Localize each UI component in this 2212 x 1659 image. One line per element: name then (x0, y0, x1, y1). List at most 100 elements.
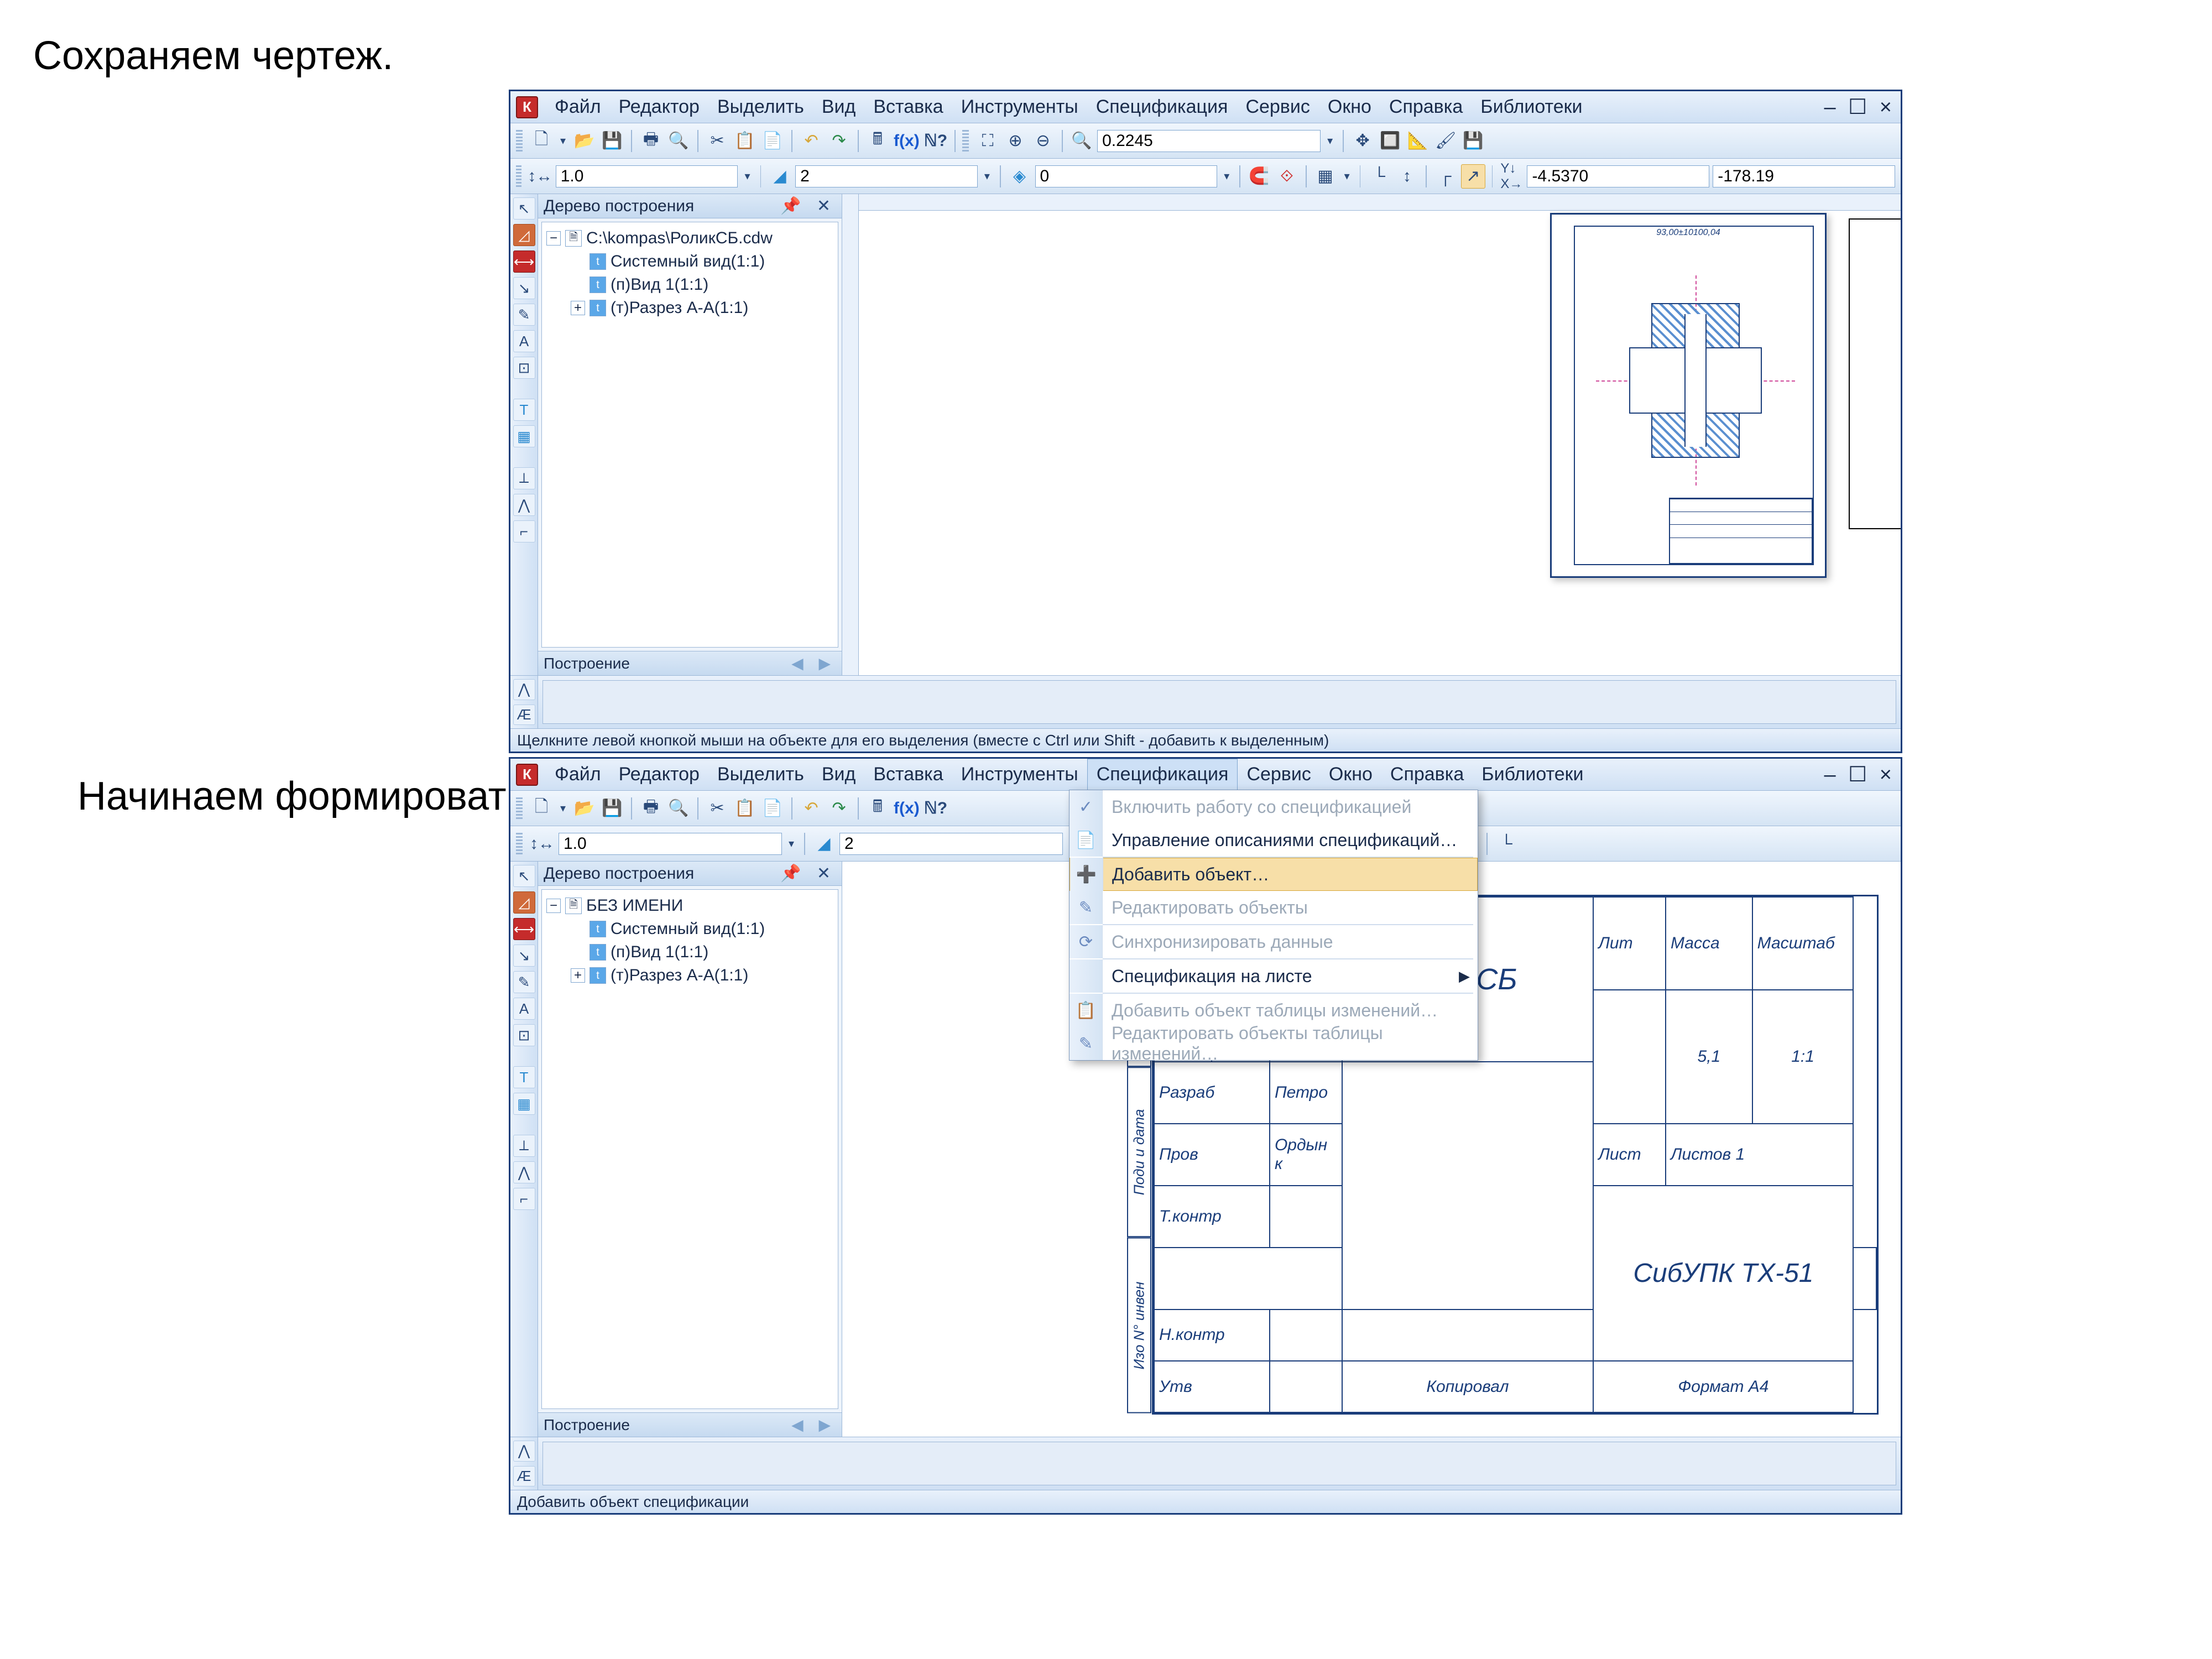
spec-menu-item-3[interactable]: ➕Добавить объект… (1070, 858, 1478, 891)
hatch-input-2[interactable] (839, 833, 1063, 855)
grid-icon[interactable]: ▦ (1313, 164, 1338, 189)
menu-view[interactable]: Вид (813, 92, 865, 122)
menu-help-2[interactable]: Справка (1381, 759, 1473, 790)
window-controls-2[interactable]: – ☐ × (1824, 762, 1895, 787)
menu-spec[interactable]: Спецификация (1087, 92, 1237, 122)
cursor-icon[interactable]: ↖ (513, 865, 535, 887)
print-icon[interactable]: 🖶 (639, 129, 663, 153)
menu-help[interactable]: Справка (1380, 92, 1472, 122)
cut-icon[interactable]: ✂ (705, 129, 729, 153)
save2-icon[interactable]: 💾 (1461, 129, 1485, 153)
menu-service-2[interactable]: Сервис (1238, 759, 1319, 790)
symbol-icon[interactable]: ↘ (513, 277, 535, 299)
zoom-out-icon[interactable]: ⊖ (1031, 129, 1055, 153)
text-icon[interactable]: A (513, 330, 535, 352)
save-icon[interactable]: 💾 (600, 796, 624, 821)
prop-e-icon[interactable]: Æ (513, 705, 535, 726)
local-cs2-icon[interactable]: ↗ (1461, 164, 1485, 189)
menu-insert-2[interactable]: Вставка (864, 759, 952, 790)
undo-icon[interactable]: ↶ (799, 129, 823, 153)
symbol-icon[interactable]: ↘ (513, 945, 535, 967)
ortho-icon[interactable]: └ (1494, 832, 1519, 856)
menu-libs-2[interactable]: Библиотеки (1473, 759, 1592, 790)
base-icon[interactable]: ⌐ (513, 520, 535, 542)
scale-input[interactable] (556, 165, 738, 187)
pan-icon[interactable]: ✥ (1350, 129, 1375, 153)
menu-file[interactable]: Файл (546, 92, 610, 122)
open-icon[interactable]: 📂 (572, 129, 597, 153)
roughness-icon[interactable]: ⋀ (513, 1161, 535, 1183)
param-icon[interactable]: ⊡ (513, 1024, 535, 1046)
menu-tools[interactable]: Инструменты (952, 92, 1087, 122)
edit-icon[interactable]: ✎ (513, 304, 535, 326)
refresh-icon[interactable]: 🔲 (1378, 129, 1402, 153)
redo-icon[interactable]: ↷ (827, 129, 851, 153)
save-icon[interactable]: 💾 (600, 129, 624, 153)
geometry-icon[interactable]: ◿ (513, 891, 535, 914)
scale-icon[interactable]: ↕↔ (529, 832, 555, 856)
new-icon[interactable]: 🗋 (529, 796, 554, 821)
coord-y-input[interactable] (1713, 165, 1895, 187)
hatch-input[interactable] (795, 165, 978, 187)
scale-input-2[interactable] (559, 833, 782, 855)
menu-window-2[interactable]: Окно (1320, 759, 1381, 790)
cursor-icon[interactable]: ↖ (513, 197, 535, 220)
measure-icon[interactable]: ⟂ (513, 1135, 535, 1157)
zoom-in-icon[interactable]: ⊕ (1003, 129, 1027, 153)
menu-editor-2[interactable]: Редактор (610, 759, 708, 790)
paste-icon[interactable]: 📄 (760, 796, 785, 821)
snap2-icon[interactable]: ⟐ (1275, 164, 1299, 189)
measure-icon[interactable]: ⟂ (513, 467, 535, 489)
coord-x-input[interactable] (1527, 165, 1709, 187)
zoom-value-input[interactable] (1097, 130, 1321, 152)
geometry-icon[interactable]: ◿ (513, 224, 535, 246)
fx-icon[interactable]: f(x) (893, 129, 920, 153)
dimension-icon[interactable]: ⟷ (513, 251, 535, 273)
tree-pin-close[interactable]: 📌 ✕ (780, 196, 836, 216)
fx-icon[interactable]: f(x) (893, 796, 920, 821)
menu-libs[interactable]: Библиотеки (1472, 92, 1591, 122)
paste-icon[interactable]: 📄 (760, 129, 785, 153)
snap-icon[interactable]: 🧲 (1247, 164, 1271, 189)
open-icon[interactable]: 📂 (572, 796, 597, 821)
hatch-icon[interactable]: ◢ (768, 164, 792, 189)
tree-item-section[interactable]: +t(т)Разрез А-А(1:1) (571, 296, 833, 320)
copy-icon[interactable]: 📋 (733, 129, 757, 153)
tree-pin-close-2[interactable]: 📌 ✕ (780, 864, 836, 883)
table-icon[interactable]: ▦ (513, 425, 535, 447)
preview-icon[interactable]: 🔍 (666, 796, 691, 821)
drawing-canvas[interactable]: 93,00±10100,04 (842, 194, 1901, 675)
tree-item-view1-2[interactable]: t(п)Вид 1(1:1) (571, 941, 833, 964)
zoom-scale-icon[interactable]: 🔍 (1070, 129, 1094, 153)
help-icon[interactable]: ℕ? (924, 129, 948, 153)
menu-service[interactable]: Сервис (1237, 92, 1318, 122)
tree-nav[interactable]: ◀ ▶ (791, 654, 836, 672)
menu-view-2[interactable]: Вид (813, 759, 865, 790)
calc-icon[interactable]: 🖩 (865, 796, 890, 821)
layer2-icon[interactable]: ◈ (1008, 164, 1032, 189)
hatch-icon[interactable]: ◢ (812, 832, 836, 856)
menu-select[interactable]: Выделить (708, 92, 813, 122)
menu-window[interactable]: Окно (1319, 92, 1380, 122)
menu-select-2[interactable]: Выделить (708, 759, 813, 790)
ortho-icon[interactable]: └ (1367, 164, 1391, 189)
copy-icon[interactable]: 📋 (733, 796, 757, 821)
calc-icon[interactable]: 🖩 (865, 129, 890, 153)
tree-body[interactable]: −🗎C:\kompas\РоликСБ.cdw tСистемный вид(1… (541, 222, 838, 648)
redo-icon[interactable]: ↷ (827, 796, 851, 821)
prop-a-icon[interactable]: ⋀ (513, 679, 535, 700)
prop-a-icon[interactable]: ⋀ (513, 1441, 535, 1462)
layers-icon[interactable]: 📐 (1406, 129, 1430, 153)
zoom-fit-icon[interactable]: ⛶ (975, 129, 1000, 153)
spec-menu-item-8[interactable]: Спецификация на листе▶ (1070, 959, 1478, 993)
tree-item-section-2[interactable]: +t(т)Разрез А-А(1:1) (571, 964, 833, 987)
ortho2-icon[interactable]: ↕ (1395, 164, 1419, 189)
new-icon[interactable]: 🗋 (529, 129, 554, 153)
menu-tools-2[interactable]: Инструменты (952, 759, 1087, 790)
prop-e-icon[interactable]: Æ (513, 1466, 535, 1487)
edit-icon[interactable]: ✎ (513, 971, 535, 993)
tree-item-view1[interactable]: t(п)Вид 1(1:1) (571, 273, 833, 296)
scale-icon[interactable]: ↕↔ (528, 164, 552, 189)
menu-editor[interactable]: Редактор (610, 92, 708, 122)
menu-file-2[interactable]: Файл (546, 759, 610, 790)
